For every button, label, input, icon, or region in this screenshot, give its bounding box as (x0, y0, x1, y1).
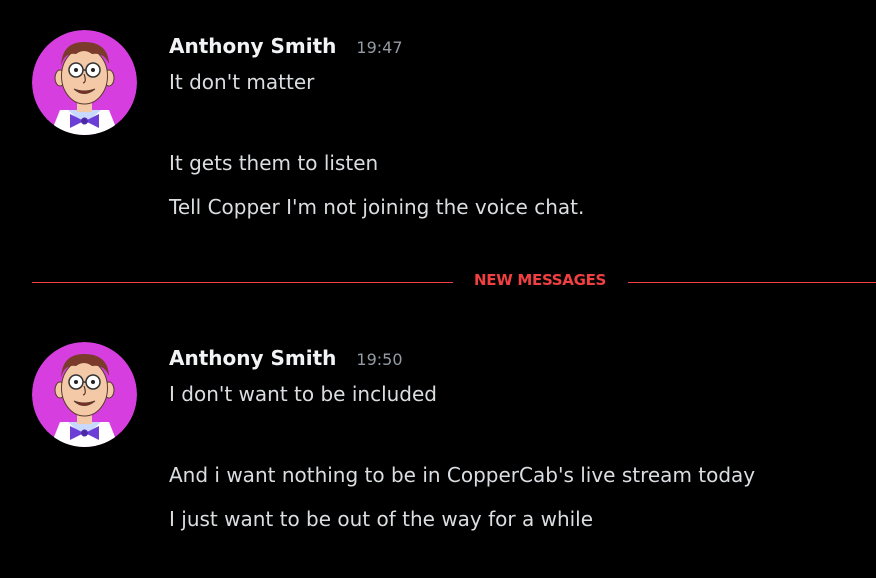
message-text: I don't want to be included (169, 382, 437, 406)
new-messages-label: NEW MESSAGES (474, 271, 607, 289)
username[interactable]: Anthony Smith (169, 346, 336, 370)
username[interactable]: Anthony Smith (169, 34, 336, 58)
new-messages-divider-line-left (32, 282, 453, 283)
message-header: Anthony Smith 19:50 (169, 346, 403, 370)
message-text: And i want nothing to be in CopperCab's … (169, 463, 756, 487)
avatar[interactable] (32, 30, 137, 135)
cartoon-man-avatar-icon (32, 342, 137, 447)
message-header: Anthony Smith 19:47 (169, 34, 403, 58)
message-text: It gets them to listen (169, 151, 379, 175)
timestamp[interactable]: 19:47 (356, 38, 402, 57)
new-messages-divider-line-right (628, 282, 876, 283)
timestamp[interactable]: 19:50 (356, 350, 402, 369)
message-text: I just want to be out of the way for a w… (169, 507, 594, 531)
avatar[interactable] (32, 342, 137, 447)
cartoon-man-avatar-icon (32, 30, 137, 135)
message-text: It don't matter (169, 70, 315, 94)
message-text: Tell Copper I'm not joining the voice ch… (169, 195, 585, 219)
